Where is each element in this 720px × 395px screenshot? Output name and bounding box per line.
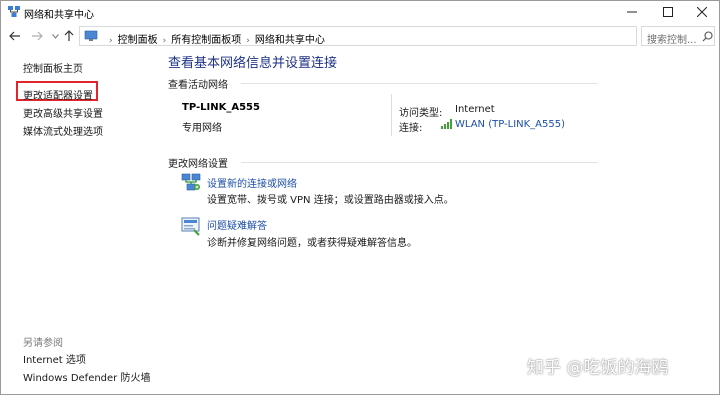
back-button[interactable] — [7, 27, 23, 45]
breadcrumb-separator-icon: › — [246, 36, 250, 46]
breadcrumb-separator-icon: › — [162, 36, 167, 46]
control-panel-icon — [84, 30, 98, 41]
vertical-divider — [391, 94, 392, 136]
arrow-left-icon — [9, 31, 20, 41]
change-adapter-settings-link[interactable]: 更改适配器设置 — [23, 87, 93, 102]
network-name: TP-LINK_A555 — [182, 102, 260, 113]
setup-new-connection-link[interactable]: 设置新的连接或网络 — [207, 175, 297, 190]
address-bar[interactable]: › 控制面板 › 所有控制面板项 › 网络和共享中心 — [79, 26, 711, 46]
troubleshoot-problems-description: 诊断并修复网络问题，或者获得疑难解答信息。 — [207, 238, 417, 249]
minimize-icon — [627, 11, 637, 13]
access-type-label: 访问类型: — [399, 108, 443, 119]
troubleshoot-icon — [181, 217, 200, 236]
main-content: 查看基本网络信息并设置连接 查看活动网络 TP-LINK_A555 专用网络 访… — [151, 48, 719, 394]
breadcrumb: › 控制面板 › 所有控制面板项 › 网络和共享中心 — [104, 31, 325, 46]
minimize-button[interactable] — [615, 1, 649, 23]
network-sharing-center-window: 网络和共享中心 › 控制面板 › 所有控制面板项 › 网络和共享中心 搜索控制.… — [0, 0, 720, 395]
breadcrumb-item[interactable]: 所有控制面板项 — [171, 35, 241, 46]
left-navigation-pane: 控制面板主页 更改适配器设置 更改高级共享设置 媒体流式处理选项 另请参阅 In… — [1, 48, 151, 394]
breadcrumb-separator-icon: › — [109, 36, 113, 46]
search-icon — [702, 31, 713, 42]
active-networks-heading: 查看活动网络 — [168, 80, 228, 91]
watermark-text: 知乎 @吃饭的海鸥 — [527, 358, 669, 378]
windows-defender-firewall-link[interactable]: Windows Defender 防火墙 — [23, 369, 150, 384]
search-input[interactable]: 搜索控制... — [641, 26, 715, 46]
breadcrumb-item[interactable]: 网络和共享中心 — [255, 35, 325, 46]
section-divider — [241, 162, 598, 163]
access-type-value: Internet — [455, 104, 495, 115]
connections-label: 连接: — [399, 123, 423, 134]
up-button[interactable] — [61, 27, 77, 45]
setup-new-connection-description: 设置宽带、拨号或 VPN 连接；或设置路由器或接入点。 — [207, 195, 454, 206]
network-center-icon — [8, 6, 20, 17]
search-placeholder: 搜索控制... — [647, 35, 697, 46]
advanced-sharing-settings-link[interactable]: 更改高级共享设置 — [23, 105, 103, 120]
window-title: 网络和共享中心 — [24, 10, 94, 21]
title-bar: 网络和共享中心 — [1, 1, 719, 23]
wlan-connection-link[interactable]: WLAN (TP-LINK_A555) — [455, 119, 565, 130]
arrow-up-icon — [64, 30, 74, 41]
maximize-button[interactable] — [651, 1, 685, 23]
close-icon — [697, 7, 707, 17]
section-divider — [241, 83, 598, 84]
arrow-right-icon — [32, 31, 43, 41]
forward-button[interactable] — [29, 27, 45, 45]
network-type: 专用网络 — [182, 123, 222, 134]
wifi-signal-icon — [441, 119, 452, 129]
new-connection-icon — [181, 173, 201, 191]
see-also-heading: 另请参阅 — [23, 338, 63, 349]
breadcrumb-item[interactable]: 控制面板 — [118, 35, 158, 46]
internet-options-link[interactable]: Internet 选项 — [23, 351, 86, 366]
close-button[interactable] — [685, 1, 719, 23]
page-title: 查看基本网络信息并设置连接 — [168, 56, 338, 71]
change-network-settings-heading: 更改网络设置 — [168, 159, 228, 170]
control-panel-home-link[interactable]: 控制面板主页 — [23, 60, 83, 75]
address-row: › 控制面板 › 所有控制面板项 › 网络和共享中心 搜索控制... — [1, 24, 719, 48]
media-streaming-options-link[interactable]: 媒体流式处理选项 — [23, 123, 103, 138]
chevron-down-icon — [51, 33, 59, 39]
troubleshoot-problems-link[interactable]: 问题疑难解答 — [207, 217, 267, 232]
maximize-icon — [663, 7, 673, 17]
